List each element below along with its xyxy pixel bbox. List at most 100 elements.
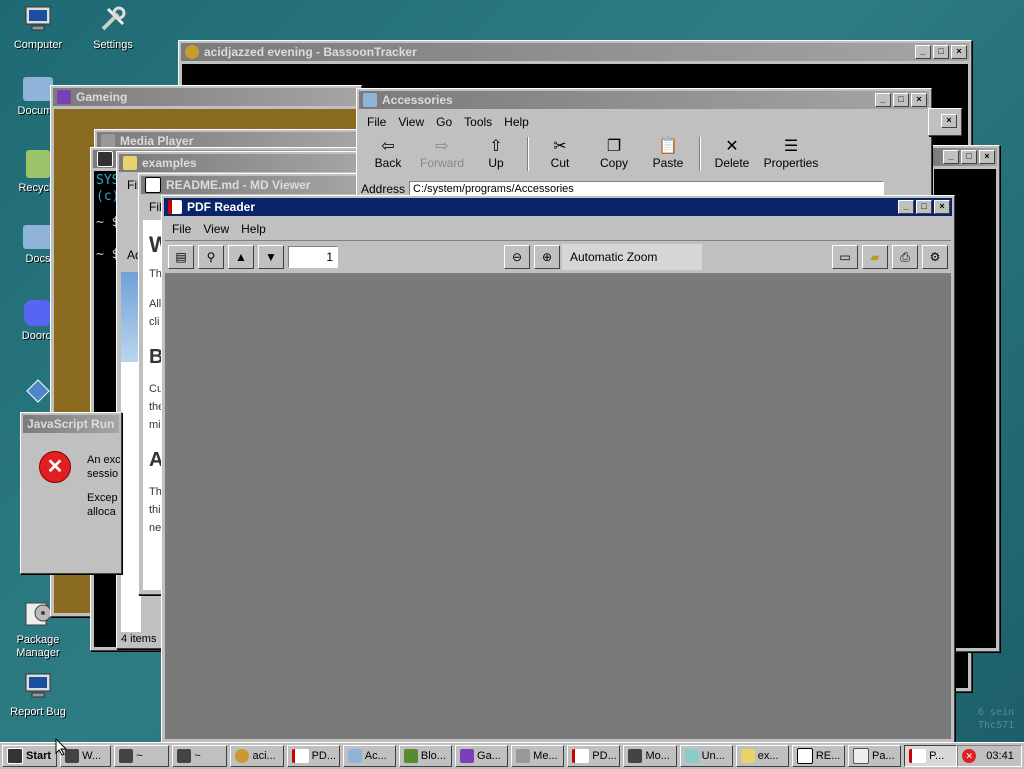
window-titlebar[interactable]: Accessories _ □ × — [359, 91, 929, 109]
tools-icon — [97, 3, 129, 35]
task-button[interactable]: PD... — [286, 745, 340, 767]
previous-page-button[interactable]: ▲ — [228, 245, 254, 269]
find-button[interactable]: ⚲ — [198, 245, 224, 269]
window-titlebar[interactable]: JavaScript Run — [23, 415, 119, 433]
task-button[interactable]: Ac... — [342, 745, 396, 767]
task-button[interactable]: Un... — [679, 745, 733, 767]
back-button[interactable]: ⇦ Back — [361, 138, 415, 170]
minimize-button[interactable]: _ — [898, 200, 914, 214]
task-button[interactable]: aci... — [230, 745, 284, 767]
paste-icon: 📋 — [658, 138, 678, 155]
presentation-button[interactable]: ▭ — [832, 245, 858, 269]
task-label: Ac... — [364, 750, 387, 762]
accessories-window[interactable]: Accessories _ □ × File View Go Tools Hel… — [356, 88, 932, 202]
computer-icon — [22, 3, 54, 35]
up-button[interactable]: ⇧ Up — [469, 138, 523, 170]
pdf-toolbar: ▤ ⚲ ▲ ▼ 1 ⊖ ⊕ Automatic Zoom ▭ ▰ ⎙ ⚙ — [165, 240, 951, 274]
window-title: README.md - MD Viewer — [166, 178, 311, 192]
next-page-button[interactable]: ▼ — [258, 245, 284, 269]
folder-icon — [363, 93, 377, 107]
tools-button[interactable]: ⚙ — [922, 245, 948, 269]
pdf-reader-window[interactable]: PDF Reader _ □ × File View Help ▤ ⚲ ▲ ▼ … — [161, 195, 955, 743]
task-button[interactable]: PD... — [567, 745, 621, 767]
minimize-button[interactable]: _ — [875, 93, 891, 107]
menu-file[interactable]: File — [361, 113, 392, 131]
maximize-button[interactable]: □ — [933, 45, 949, 59]
task-button[interactable]: Ga... — [455, 745, 509, 767]
page-number-input[interactable]: 1 — [288, 246, 338, 268]
menu-tools[interactable]: Tools — [458, 113, 498, 131]
window-titlebar[interactable]: README.md - MD Viewer — [141, 176, 359, 194]
accessories-back-window[interactable]: × — [928, 108, 962, 136]
task-label: Blo... — [420, 750, 446, 762]
task-button[interactable]: Mo... — [623, 745, 677, 767]
task-button[interactable]: Pa... — [848, 745, 902, 767]
menu-go[interactable]: Go — [430, 113, 458, 131]
error-message: An exc sessio Excep alloca — [87, 453, 121, 519]
pdf-viewport[interactable] — [165, 274, 951, 739]
task-button[interactable]: RE... — [791, 745, 845, 767]
close-button[interactable]: × — [941, 114, 957, 128]
zoom-select[interactable]: Automatic Zoom — [562, 244, 702, 270]
delete-button[interactable]: ✕ Delete — [705, 138, 759, 170]
close-button[interactable]: × — [934, 200, 950, 214]
copy-icon: ❐ — [606, 138, 622, 155]
folder-icon — [23, 77, 53, 101]
back-arrow-icon: ⇦ — [381, 138, 395, 155]
start-button[interactable]: Start — [2, 745, 58, 767]
minimize-button[interactable]: _ — [943, 150, 959, 164]
sidebar-toggle-button[interactable]: ▤ — [168, 245, 194, 269]
maximize-button[interactable]: □ — [961, 150, 977, 164]
window-titlebar[interactable]: examples — [119, 154, 359, 172]
menu-view[interactable]: View — [197, 220, 235, 238]
maximize-button[interactable]: □ — [893, 93, 909, 107]
window-titlebar[interactable]: PDF Reader _ □ × — [164, 198, 952, 216]
folder-icon — [347, 749, 362, 763]
close-button[interactable]: × — [911, 93, 927, 107]
menu-help[interactable]: Help — [235, 220, 272, 238]
terminal-line: Thc571 — [978, 720, 1015, 731]
menu-view[interactable]: View — [392, 113, 430, 131]
print-button[interactable]: ⎙ — [892, 245, 918, 269]
task-button-active[interactable]: P... — [904, 745, 958, 767]
window-title: Gameing — [76, 90, 128, 104]
forward-arrow-icon: ⇨ — [435, 138, 449, 155]
toolbar-label: Up — [488, 156, 504, 170]
close-button[interactable]: × — [951, 45, 967, 59]
task-button[interactable]: Me... — [511, 745, 565, 767]
task-button[interactable]: ex... — [735, 745, 789, 767]
properties-button[interactable]: ☰ Properties — [759, 138, 823, 170]
task-button[interactable]: W... — [60, 745, 112, 767]
error-tray-icon[interactable]: ✕ — [962, 749, 977, 763]
zoom-out-button[interactable]: ⊖ — [504, 245, 530, 269]
window-titlebar[interactable]: Gameing — [53, 88, 359, 106]
task-button[interactable]: Blo... — [398, 745, 453, 767]
bassoon-icon — [185, 45, 199, 59]
paste-button[interactable]: 📋 Paste — [641, 138, 695, 170]
clock: 03:41 — [986, 750, 1014, 762]
task-button[interactable]: ~ — [172, 745, 228, 767]
maximize-button[interactable]: □ — [916, 200, 932, 214]
minimize-button[interactable]: _ — [915, 45, 931, 59]
folder-open-icon: ▰ — [870, 250, 880, 264]
desktop-icon-report-bug[interactable]: Report Bug — [3, 670, 73, 719]
window-titlebar[interactable]: _ □ × — [933, 148, 997, 166]
md-icon — [145, 177, 161, 193]
task-button[interactable]: ~ — [114, 745, 170, 767]
window-title: PDF Reader — [187, 200, 256, 214]
close-button[interactable]: × — [979, 150, 995, 164]
menu-help[interactable]: Help — [498, 113, 535, 131]
desktop-icon-label: Computer — [13, 39, 63, 51]
open-file-button[interactable]: ▰ — [862, 245, 888, 269]
desktop-icon-computer[interactable]: Computer — [3, 3, 73, 52]
desktop-icon-settings[interactable]: Settings — [78, 3, 148, 52]
menu-file[interactable]: File — [166, 220, 197, 238]
task-label: ~ — [136, 750, 143, 762]
js-error-dialog[interactable]: JavaScript Run ✕ An exc sessio Excep all… — [20, 412, 122, 574]
cut-button[interactable]: ✂ Cut — [533, 138, 587, 170]
error-text: An exc — [87, 454, 121, 466]
copy-button[interactable]: ❐ Copy — [587, 138, 641, 170]
window-titlebar[interactable]: acidjazzed evening - BassoonTracker _ □ … — [181, 43, 969, 61]
zoom-in-button[interactable]: ⊕ — [534, 245, 560, 269]
forward-button[interactable]: ⇨ Forward — [415, 138, 469, 170]
